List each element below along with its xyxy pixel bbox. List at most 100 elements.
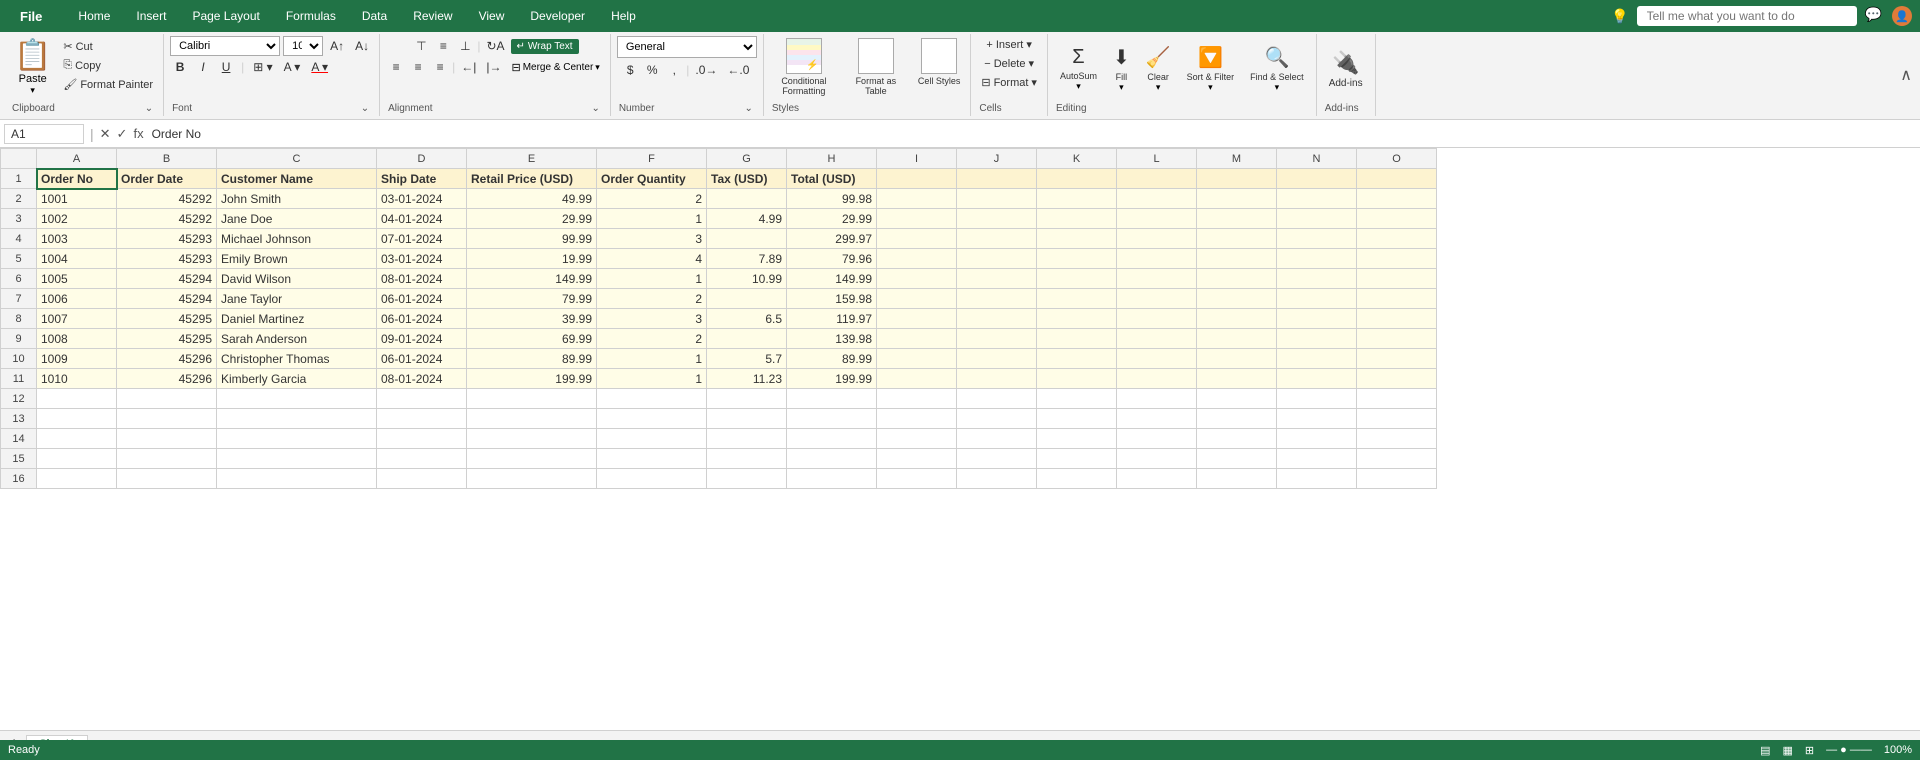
cell-H3[interactable]: 29.99 bbox=[787, 209, 877, 229]
cell-L14[interactable] bbox=[1117, 429, 1197, 449]
cell-H15[interactable] bbox=[787, 449, 877, 469]
cell-E11[interactable]: 199.99 bbox=[467, 369, 597, 389]
cell-B5[interactable]: 45293 bbox=[117, 249, 217, 269]
cell-A1[interactable]: Order No bbox=[37, 169, 117, 189]
shrink-font-button[interactable]: A↓ bbox=[351, 36, 373, 56]
cell-O12[interactable] bbox=[1357, 389, 1437, 409]
cell-L6[interactable] bbox=[1117, 269, 1197, 289]
cell-E9[interactable]: 69.99 bbox=[467, 329, 597, 349]
col-header-D[interactable]: D bbox=[377, 149, 467, 169]
cut-button[interactable]: ✂ Cut bbox=[59, 38, 157, 55]
cell-K9[interactable] bbox=[1037, 329, 1117, 349]
cell-O10[interactable] bbox=[1357, 349, 1437, 369]
cell-F12[interactable] bbox=[597, 389, 707, 409]
cell-E10[interactable]: 89.99 bbox=[467, 349, 597, 369]
cell-G9[interactable] bbox=[707, 329, 787, 349]
cell-H2[interactable]: 99.98 bbox=[787, 189, 877, 209]
cell-H11[interactable]: 199.99 bbox=[787, 369, 877, 389]
cell-B8[interactable]: 45295 bbox=[117, 309, 217, 329]
cell-G6[interactable]: 10.99 bbox=[707, 269, 787, 289]
cell-M1[interactable] bbox=[1197, 169, 1277, 189]
cell-C7[interactable]: Jane Taylor bbox=[217, 289, 377, 309]
cell-G7[interactable] bbox=[707, 289, 787, 309]
cell-A3[interactable]: 1002 bbox=[37, 209, 117, 229]
row-header-8[interactable]: 8 bbox=[1, 309, 37, 329]
cell-L1[interactable] bbox=[1117, 169, 1197, 189]
cell-D3[interactable]: 04-01-2024 bbox=[377, 209, 467, 229]
cell-N3[interactable] bbox=[1277, 209, 1357, 229]
cell-N11[interactable] bbox=[1277, 369, 1357, 389]
cell-G14[interactable] bbox=[707, 429, 787, 449]
cell-A15[interactable] bbox=[37, 449, 117, 469]
cell-A5[interactable]: 1004 bbox=[37, 249, 117, 269]
insert-button[interactable]: + Insert ▾ bbox=[982, 36, 1035, 53]
format-as-table-button[interactable]: Format as Table bbox=[842, 36, 910, 98]
cell-M13[interactable] bbox=[1197, 409, 1277, 429]
cell-D8[interactable]: 06-01-2024 bbox=[377, 309, 467, 329]
col-header-N[interactable]: N bbox=[1277, 149, 1357, 169]
status-view-normal[interactable]: ▤ bbox=[1760, 744, 1770, 757]
cell-A8[interactable]: 1007 bbox=[37, 309, 117, 329]
row-header-3[interactable]: 3 bbox=[1, 209, 37, 229]
cell-J6[interactable] bbox=[957, 269, 1037, 289]
cell-E8[interactable]: 39.99 bbox=[467, 309, 597, 329]
cell-N13[interactable] bbox=[1277, 409, 1357, 429]
find-select-button[interactable]: 🔍 Find & Select ▾ bbox=[1244, 43, 1310, 95]
cell-C13[interactable] bbox=[217, 409, 377, 429]
increase-decimal-button[interactable]: .0→ bbox=[691, 60, 721, 80]
decrease-indent-button[interactable]: ←| bbox=[457, 57, 480, 77]
cell-M14[interactable] bbox=[1197, 429, 1277, 449]
cell-F9[interactable]: 2 bbox=[597, 329, 707, 349]
cell-A13[interactable] bbox=[37, 409, 117, 429]
row-header-6[interactable]: 6 bbox=[1, 269, 37, 289]
tab-home[interactable]: Home bbox=[66, 5, 122, 27]
cell-reference-box[interactable] bbox=[4, 124, 84, 144]
cell-L9[interactable] bbox=[1117, 329, 1197, 349]
font-size-select[interactable]: 10 bbox=[283, 36, 323, 56]
cell-K11[interactable] bbox=[1037, 369, 1117, 389]
cell-E15[interactable] bbox=[467, 449, 597, 469]
cell-M2[interactable] bbox=[1197, 189, 1277, 209]
cell-O7[interactable] bbox=[1357, 289, 1437, 309]
cell-C15[interactable] bbox=[217, 449, 377, 469]
cell-H5[interactable]: 79.96 bbox=[787, 249, 877, 269]
cell-J2[interactable] bbox=[957, 189, 1037, 209]
cell-N7[interactable] bbox=[1277, 289, 1357, 309]
cell-O15[interactable] bbox=[1357, 449, 1437, 469]
cell-E14[interactable] bbox=[467, 429, 597, 449]
cell-I7[interactable] bbox=[877, 289, 957, 309]
cell-F5[interactable]: 4 bbox=[597, 249, 707, 269]
cell-B6[interactable]: 45294 bbox=[117, 269, 217, 289]
col-header-I[interactable]: I bbox=[877, 149, 957, 169]
col-header-F[interactable]: F bbox=[597, 149, 707, 169]
bold-button[interactable]: B bbox=[170, 57, 190, 77]
cell-E4[interactable]: 99.99 bbox=[467, 229, 597, 249]
cell-D15[interactable] bbox=[377, 449, 467, 469]
cell-J11[interactable] bbox=[957, 369, 1037, 389]
cell-A7[interactable]: 1006 bbox=[37, 289, 117, 309]
borders-button[interactable]: ⊞ ▾ bbox=[249, 57, 276, 77]
cell-G11[interactable]: 11.23 bbox=[707, 369, 787, 389]
cell-N16[interactable] bbox=[1277, 469, 1357, 489]
cell-N10[interactable] bbox=[1277, 349, 1357, 369]
status-view-layout[interactable]: ▦ bbox=[1782, 744, 1792, 757]
cell-C3[interactable]: Jane Doe bbox=[217, 209, 377, 229]
cell-O6[interactable] bbox=[1357, 269, 1437, 289]
cell-M9[interactable] bbox=[1197, 329, 1277, 349]
cell-L16[interactable] bbox=[1117, 469, 1197, 489]
cell-A16[interactable] bbox=[37, 469, 117, 489]
cell-M15[interactable] bbox=[1197, 449, 1277, 469]
fill-color-button[interactable]: A ▾ bbox=[280, 57, 305, 77]
cell-H8[interactable]: 119.97 bbox=[787, 309, 877, 329]
cell-E16[interactable] bbox=[467, 469, 597, 489]
cell-O2[interactable] bbox=[1357, 189, 1437, 209]
cell-J3[interactable] bbox=[957, 209, 1037, 229]
cell-M3[interactable] bbox=[1197, 209, 1277, 229]
cancel-formula-icon[interactable]: ✕ bbox=[100, 126, 111, 142]
cell-D10[interactable]: 06-01-2024 bbox=[377, 349, 467, 369]
cell-A6[interactable]: 1005 bbox=[37, 269, 117, 289]
cell-N2[interactable] bbox=[1277, 189, 1357, 209]
cell-I6[interactable] bbox=[877, 269, 957, 289]
cell-G12[interactable] bbox=[707, 389, 787, 409]
cell-F11[interactable]: 1 bbox=[597, 369, 707, 389]
